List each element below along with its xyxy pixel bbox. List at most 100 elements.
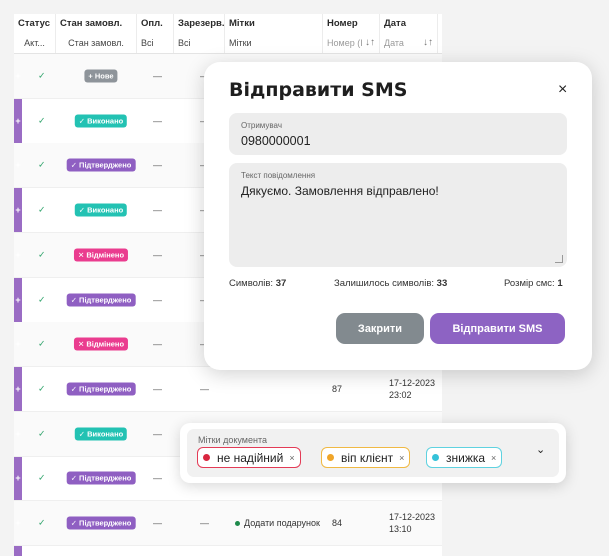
remove-tag-icon[interactable]: × (399, 453, 404, 463)
expand-row-icon[interactable]: + (14, 295, 22, 305)
send-sms-modal: Відправити SMS × Отримувач 0980000001 Те… (204, 62, 592, 370)
paid-value: — (153, 473, 162, 484)
remaining-label: Залишилось символів: (334, 278, 435, 289)
expand-row-icon[interactable]: + (14, 339, 22, 349)
recipient-value[interactable]: 0980000001 (241, 134, 311, 148)
paid-value: — (153, 428, 162, 439)
order-state-badge: ✓ Підтверджено (66, 471, 136, 485)
close-button[interactable]: Закрити (336, 313, 424, 344)
expand-row-icon[interactable]: + (14, 518, 22, 528)
document-tags-widget: Мітки документа не надійний × віп клієнт… (180, 423, 566, 483)
expand-row-icon[interactable]: + (14, 116, 22, 126)
order-number[interactable]: 84 (332, 518, 342, 528)
order-state-badge: ✓ Виконано (74, 114, 128, 128)
expand-row-icon[interactable]: + (14, 429, 22, 439)
send-sms-button[interactable]: Відправити SMS (430, 313, 565, 344)
status-check-icon: ✓ (38, 472, 46, 483)
filter-paid[interactable]: Всі (137, 32, 174, 53)
order-state-badge: ✓ Виконано (74, 203, 128, 217)
header-reserved[interactable]: Зарезерв. (174, 14, 225, 32)
order-number[interactable]: 87 (332, 384, 342, 394)
order-state-badge: ✓ Підтверджено (66, 293, 136, 306)
status-check-icon: ✓ (38, 115, 46, 126)
sms-size-value: 1 (557, 278, 563, 289)
expand-row-icon[interactable]: + (14, 473, 22, 483)
sms-size-label: Розмір смс: (504, 278, 555, 289)
order-state-badge: ✓ Підтверджено (66, 516, 136, 530)
status-check-icon: ✓ (38, 383, 46, 394)
message-textarea[interactable]: Дякуємо. Замовлення відправлено! (241, 184, 561, 256)
paid-value: — (153, 518, 162, 528)
tag-chip[interactable]: віп клієнт × (321, 447, 411, 468)
remove-tag-icon[interactable]: × (491, 453, 496, 463)
recipient-field[interactable]: Отримувач 0980000001 (229, 113, 567, 155)
table-row[interactable]: + ✓ ✓ Підтверджено — — Додати подарунок 84 17-1… (14, 501, 442, 546)
status-check-icon: ✓ (38, 204, 46, 215)
tag-dot-icon (235, 521, 240, 527)
header-order-state[interactable]: Стан замовл. (56, 14, 137, 32)
close-icon[interactable]: × (558, 81, 567, 99)
message-field[interactable]: Текст повідомлення Дякуємо. Замовлення в… (229, 163, 567, 267)
filter-number[interactable]: Номер (І ↓↑ (323, 32, 380, 53)
filter-date-placeholder: Дата (384, 37, 404, 48)
document-tags-select[interactable]: Мітки документа не надійний × віп клієнт… (187, 429, 559, 477)
chars-value: 37 (275, 278, 287, 289)
paid-value: — (153, 249, 162, 260)
status-check-icon: ✓ (38, 294, 46, 304)
reserved-value: — (200, 518, 209, 528)
order-state-badge: + Нове (84, 69, 118, 83)
tag-chip-label: знижка (446, 450, 486, 465)
remaining-value: 33 (436, 278, 448, 289)
filter-reserved[interactable]: Всі (174, 32, 225, 53)
order-state-badge: ✕ Відмінено (73, 248, 129, 262)
paid-value: — (153, 383, 162, 394)
filter-tags[interactable]: Мітки (225, 32, 323, 53)
chars-count: Символів: 37 (229, 278, 286, 289)
tag-chip-label: віп клієнт (341, 450, 394, 465)
order-state-badge: ✕ Відмінено (73, 337, 129, 351)
row-tag-label: Додати подарунок (244, 518, 320, 528)
status-check-icon: ✓ (38, 249, 46, 260)
paid-value: — (153, 115, 162, 126)
status-check-icon: ✓ (38, 338, 46, 349)
resize-handle-icon[interactable] (555, 255, 563, 263)
table-row[interactable]: + ✓ ✓ Підтверджено — — 87 17-12-2023 23:02 (14, 367, 442, 412)
sort-icon[interactable]: ↓↑ (423, 37, 433, 48)
sms-size: Розмір смс: 1 (504, 278, 563, 289)
paid-value: — (153, 294, 162, 305)
table-header: Статус Стан замовл. Опл. Зарезерв. Мітки… (14, 14, 442, 32)
expand-row-icon[interactable]: + (14, 250, 22, 260)
sort-icon[interactable]: ↓↑ (365, 37, 375, 48)
paid-value: — (153, 339, 162, 350)
reserved-value: — (200, 383, 209, 394)
order-date: 17-12-2023 23:02 (389, 377, 436, 400)
header-status[interactable]: Статус (14, 14, 56, 32)
tag-chip-label: не надійний (217, 450, 284, 465)
tag-chip[interactable]: не надійний × (197, 447, 301, 468)
order-date: 17-12-2023 13:10 (389, 512, 436, 534)
paid-value: — (153, 205, 162, 216)
header-date[interactable]: Дата (380, 14, 438, 32)
status-check-icon: ✓ (38, 159, 46, 170)
header-paid[interactable]: Опл. (137, 14, 174, 32)
status-check-icon: ✓ (38, 428, 46, 439)
filter-date[interactable]: Дата ↓↑ (380, 32, 438, 53)
order-state-badge: ✓ Підтверджено (66, 382, 136, 396)
recipient-label: Отримувач (241, 121, 282, 130)
document-tags-label: Мітки документа (198, 435, 267, 445)
expand-row-icon[interactable]: + (14, 384, 22, 394)
tag-chip[interactable]: знижка × (426, 447, 503, 468)
filter-status[interactable]: Акт... (14, 32, 56, 53)
expand-row-icon[interactable]: + (14, 160, 22, 170)
header-tags[interactable]: Мітки (225, 14, 323, 32)
table-filters: Акт... Стан замовл. Всі Всі Мітки Номер … (14, 32, 442, 54)
status-check-icon: ✓ (38, 517, 46, 528)
filter-order-state[interactable]: Стан замовл. (56, 32, 137, 53)
tag-color-dot (327, 454, 334, 461)
header-number[interactable]: Номер (323, 14, 380, 32)
remove-tag-icon[interactable]: × (289, 453, 294, 463)
chevron-down-icon[interactable]: ⌄ (536, 443, 545, 456)
paid-value: — (153, 160, 162, 171)
expand-row-icon[interactable]: + (14, 205, 22, 215)
expand-row-icon[interactable]: + (14, 71, 22, 81)
